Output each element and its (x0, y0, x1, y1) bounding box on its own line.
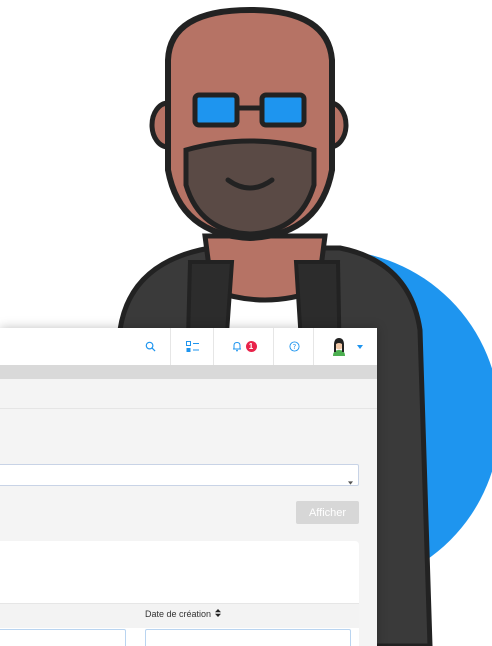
help-button[interactable]: ? (273, 328, 314, 365)
chevron-down-icon (348, 472, 353, 490)
caret-down-icon (357, 344, 363, 349)
show-button[interactable]: Afficher (296, 501, 359, 524)
user-menu[interactable] (313, 328, 377, 365)
bell-icon (232, 341, 242, 352)
checklist-button[interactable] (170, 328, 214, 365)
filter-input[interactable] (0, 629, 126, 646)
results-panel: Date de création (0, 541, 359, 646)
checklist-icon (186, 340, 199, 353)
column-header-date-creation[interactable]: Date de création (145, 609, 222, 619)
notifications-button[interactable]: 1 (213, 328, 274, 365)
divider (0, 408, 377, 409)
svg-text:?: ? (292, 343, 296, 351)
date-creation-filter-input[interactable] (145, 629, 351, 646)
sort-icon (215, 609, 222, 619)
question-circle-icon: ? (288, 341, 300, 352)
search-button[interactable] (130, 328, 170, 365)
app-window: 1 ? Afficher Date de création (0, 328, 377, 646)
column-label: Date de création (145, 609, 212, 619)
search-icon (145, 341, 156, 352)
top-navbar: 1 ? (0, 328, 377, 366)
notification-count-badge: 1 (245, 341, 257, 352)
avatar-icon (329, 336, 349, 358)
header-shadow-bar (0, 365, 377, 379)
filter-select[interactable] (0, 464, 359, 486)
table-header: Date de création (0, 603, 359, 628)
